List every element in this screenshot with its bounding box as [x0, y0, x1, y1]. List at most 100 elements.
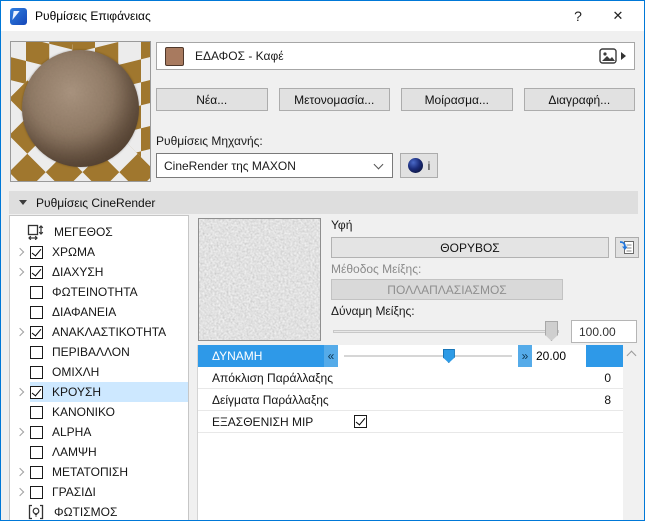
channel-checkbox[interactable] [30, 245, 43, 259]
material-selector-field[interactable]: ΕΔΑΦΟΣ - Καφέ [156, 42, 635, 70]
engine-label: Ρυθμίσεις Μηχανής: [156, 134, 263, 148]
load-texture-button[interactable] [615, 237, 639, 258]
expand-chevron-icon[interactable] [15, 427, 25, 437]
channel-row[interactable]: ΔΙΑΧΥΣΗ [10, 262, 188, 282]
channel-checkbox[interactable] [30, 445, 43, 459]
channel-row[interactable]: ΔΙΑΦΑΝΕΙΑ [10, 302, 188, 322]
size-icon [27, 224, 44, 240]
channel-row[interactable]: ΚΑΝΟΝΙΚΟ [10, 402, 188, 422]
channel-label: ΚΡΟΥΣΗ [52, 385, 102, 399]
chevron-slot [10, 467, 30, 477]
channel-checkbox[interactable] [30, 405, 43, 419]
channel-list: ΜΕΓΕΘΟΣ ΧΡΩΜΑ ΔΙΑΧΥΣΗ ΦΩΤΕΙΝΟΤΗΤΑ ΔΙΑΦΑΝΕΙΑ Α… [9, 215, 189, 520]
texture-label: Υφή [331, 218, 353, 232]
channel-label: ΧΡΩΜΑ [52, 245, 95, 259]
channel-checkbox[interactable] [30, 285, 43, 299]
parameter-label: ΕΞΑΣΘΕΝΙΣΗ MIP [212, 414, 314, 429]
help-button[interactable]: ? [558, 1, 598, 31]
channel-checkbox[interactable] [30, 385, 43, 399]
channel-row[interactable]: ΦΩΤΕΙΝΟΤΗΤΑ [10, 282, 188, 302]
cinerender-section-header[interactable]: Ρυθμίσεις CineRender [9, 191, 638, 214]
mix-strength-slider-thumb[interactable] [545, 321, 558, 341]
channel-label: ΔΙΑΧΥΣΗ [52, 265, 104, 279]
engine-select[interactable]: CineRender της MAXON [156, 153, 393, 178]
mix-strength-field[interactable]: 100.00 [571, 320, 637, 343]
rename-button[interactable]: Μετονομασία... [278, 88, 390, 111]
parameter-label: Απόκλιση Παράλλαξης [212, 370, 333, 385]
channel-row[interactable]: ΚΡΟΥΣΗ [10, 382, 188, 402]
expand-chevron-icon[interactable] [15, 487, 25, 497]
channel-label: ΦΩΤΕΙΝΟΤΗΤΑ [52, 285, 138, 299]
channel-checkbox[interactable] [30, 365, 43, 379]
load-texture-icon [619, 241, 634, 254]
mix-mode-label: Μέθοδος Μείξης: [331, 262, 422, 276]
material-preview[interactable] [10, 41, 151, 182]
parameter-slider-thumb[interactable] [442, 349, 455, 363]
chevron-slot [10, 327, 30, 337]
delete-button[interactable]: Διαγραφή... [523, 88, 635, 111]
parameter-checkbox[interactable] [354, 415, 367, 428]
material-actions: Νέα... Μετονομασία... Μοίρασμα... Διαγρα… [156, 88, 635, 111]
channel-row[interactable]: ΦΩΤΙΣΜΟΣ [10, 502, 188, 520]
engine-info-button[interactable]: i [400, 153, 438, 178]
new-button[interactable]: Νέα... [156, 88, 268, 111]
mix-strength-value: 100.00 [579, 324, 616, 339]
expand-chevron-icon[interactable] [15, 467, 25, 477]
parameter-table: ΔΥΝΑΜΗ « » 20.00 Απόκλιση Παράλλαξης 0 Δείγματ… [197, 345, 623, 520]
expand-chevron-icon[interactable] [15, 267, 25, 277]
channel-row[interactable]: ΑΝΑΚΛΑΣΤΙΚΟΤΗΤΑ [10, 322, 188, 342]
chevron-slot [10, 487, 30, 497]
parameter-label: Δείγματα Παράλλαξης [212, 392, 329, 407]
channel-checkbox[interactable] [30, 325, 43, 339]
share-button[interactable]: Μοίρασμα... [401, 88, 513, 111]
channel-label: ΜΕΤΑΤΟΠΙΣΗ [52, 465, 129, 479]
scrollbar[interactable] [623, 345, 640, 520]
close-button[interactable]: ✕ [598, 1, 638, 31]
channel-row[interactable]: ΟΜΙΧΛΗ [10, 362, 188, 382]
mix-strength-slider-track[interactable] [333, 330, 559, 333]
parameter-row[interactable]: ΔΥΝΑΜΗ « » 20.00 [198, 345, 623, 367]
scroll-up-icon[interactable] [626, 350, 637, 361]
image-icon[interactable] [599, 48, 617, 64]
parameter-value[interactable]: 8 [604, 393, 611, 407]
row-filler [586, 345, 623, 367]
light-icon [28, 504, 44, 520]
channel-row[interactable]: ΛΑΜΨΗ [10, 442, 188, 462]
chevron-slot [10, 427, 30, 437]
preview-sphere [22, 50, 139, 168]
channel-row[interactable]: ΠΕΡΙΒΑΛΛΟΝ [10, 342, 188, 362]
parameter-row[interactable]: Απόκλιση Παράλλαξης 0 [198, 367, 623, 389]
texture-preview[interactable] [198, 218, 321, 341]
parameter-row[interactable]: Δείγματα Παράλλαξης 8 [198, 389, 623, 411]
channel-row[interactable]: ΧΡΩΜΑ [10, 242, 188, 262]
channel-checkbox[interactable] [30, 345, 43, 359]
expand-chevron-icon[interactable] [15, 387, 25, 397]
channel-checkbox[interactable] [30, 425, 43, 439]
expand-chevron-icon[interactable] [15, 247, 25, 257]
channel-label: ΛΑΜΨΗ [52, 445, 97, 459]
increment-chevrons-icon[interactable]: » [518, 345, 532, 367]
channel-checkbox[interactable] [30, 265, 43, 279]
material-color-swatch [165, 46, 184, 66]
texture-shader-button[interactable]: ΘΟΡΥΒΟΣ [331, 237, 609, 258]
parameter-value[interactable]: 0 [604, 371, 611, 385]
channel-label: ΚΑΝΟΝΙΚΟ [52, 405, 115, 419]
channel-row[interactable]: ALPHA [10, 422, 188, 442]
channel-row[interactable]: ΜΕΤΑΤΟΠΙΣΗ [10, 462, 188, 482]
channel-row[interactable]: ΜΕΓΕΘΟΣ [10, 222, 188, 242]
channel-checkbox[interactable] [30, 465, 43, 479]
parameter-row[interactable]: ΕΞΑΣΘΕΝΙΣΗ MIP [198, 411, 623, 433]
channel-row[interactable]: ΓΡΑΣΙΔΙ [10, 482, 188, 502]
channel-label: ΔΙΑΦΑΝΕΙΑ [52, 305, 117, 319]
channel-checkbox[interactable] [30, 485, 43, 499]
parameter-slider-track[interactable] [338, 345, 518, 367]
mix-mode-button: ΠΟΛΛΑΠΛΑΣΙΑΣΜΟΣ [331, 279, 563, 300]
collapse-triangle-icon [19, 200, 27, 205]
material-popout-arrow-icon[interactable] [621, 52, 626, 60]
expand-chevron-icon[interactable] [15, 327, 25, 337]
channel-checkbox[interactable] [30, 305, 43, 319]
parameter-value-field[interactable]: 20.00 [532, 345, 586, 367]
chevron-slot [10, 247, 30, 257]
decrement-chevrons-icon[interactable]: « [324, 345, 338, 367]
chevron-down-icon [373, 159, 384, 169]
